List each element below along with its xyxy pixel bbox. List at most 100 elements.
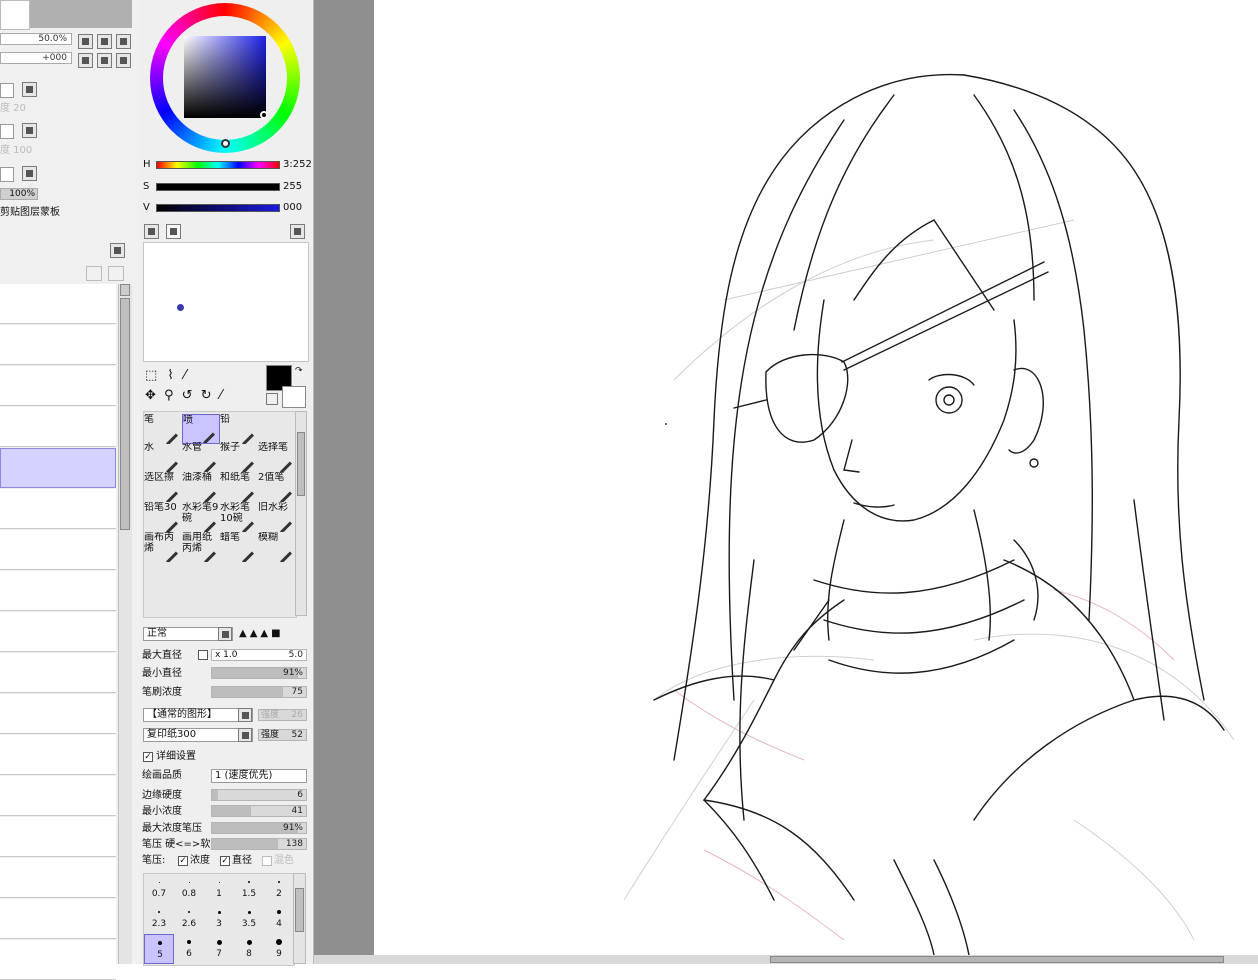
layer-row[interactable] [0,448,116,488]
sv-cursor[interactable] [260,111,268,119]
brush-size-cell[interactable]: 3.5 [234,904,264,934]
brush-shape-buttons[interactable]: ▲▲▲■ [239,627,307,641]
scroll-thumb[interactable] [120,298,130,530]
brush-size-cell[interactable]: 2.3 [144,904,174,934]
mode-dropdown-1-button[interactable] [22,82,37,97]
mode-select-1[interactable] [0,83,14,98]
tool-cell[interactable]: 水管 [182,442,220,472]
layer-row[interactable] [0,858,116,898]
layer-row[interactable] [0,694,116,734]
pressure-blend-checkbox[interactable] [262,856,272,866]
brush-size-cell[interactable]: 5 [144,934,174,964]
layer-row[interactable] [0,489,116,529]
brush-size-cell[interactable]: 8 [234,934,264,964]
tool-cell[interactable]: 旧水彩 [258,502,296,532]
layer-row[interactable] [0,366,116,406]
mode-dropdown-2-button[interactable] [22,123,37,138]
scratch-pad[interactable] [143,242,309,362]
new-layer-button[interactable] [110,243,125,258]
tool-cell[interactable]: 画用纸丙烯 [182,532,220,562]
secondary-color-swatch[interactable] [282,386,306,408]
min-density-slider[interactable]: 41 [211,805,307,817]
blend-dropdown-button[interactable] [22,166,37,181]
layer-row[interactable] [0,571,116,611]
panel-toggle-button[interactable] [290,224,305,239]
shape-dropdown-button[interactable] [238,708,252,722]
tool-cell[interactable]: 模糊 [258,532,296,562]
layer-row[interactable] [0,940,116,980]
max-size-lock[interactable] [198,650,208,660]
tool-grid-scrollbar[interactable] [295,411,307,616]
navigator-thumbnail[interactable] [0,0,30,30]
zoom-in-button[interactable] [97,34,112,49]
swap-colors-icon[interactable]: ↷ [295,366,303,376]
rotate-right-button[interactable] [97,53,112,68]
detail-settings-checkbox[interactable]: ✓ [143,752,153,762]
brush-size-cell[interactable]: 1.5 [234,874,264,904]
zoom-value[interactable]: 50.0% [0,33,72,45]
delete-layer-icon[interactable] [108,266,124,281]
copy-layer-icon[interactable] [86,266,102,281]
tool-cell[interactable]: 油漆桶 [182,472,220,502]
tool-cell[interactable]: 铅 [220,414,258,444]
layer-row[interactable] [0,612,116,652]
tool-cell[interactable]: 水彩笔10碗 [220,502,258,532]
layer-row[interactable] [0,530,116,570]
tool-cell[interactable]: 选择笔 [258,442,296,472]
pressure-size-checkbox[interactable]: ✓ [220,856,230,866]
layer-row[interactable] [0,284,116,324]
size-grid-scrollbar[interactable] [293,873,306,964]
tool-cell[interactable]: 铅笔30 [144,502,182,532]
shape-select[interactable]: 【通常的图形】 [143,708,253,722]
tool-cell[interactable]: 水 [144,442,182,472]
pressure-density-checkbox[interactable]: ✓ [178,856,188,866]
brush-size-cell[interactable]: 0.8 [174,874,204,904]
brush-size-cell[interactable]: 3 [204,904,234,934]
color-mode-button-1[interactable] [144,224,159,239]
blend-select[interactable] [0,167,14,182]
size-scroll-thumb[interactable] [295,888,304,932]
tool-cell[interactable]: 水彩笔9碗 [182,502,220,532]
tool-cell[interactable]: 蜡笔 [220,532,258,562]
rotate-left-button[interactable] [78,53,93,68]
selection-tools[interactable]: ⬚ ⌇ ⁄ [145,369,189,383]
tool-cell[interactable]: 画布丙烯 [144,532,182,562]
reset-colors-icon[interactable] [266,393,278,405]
zoom-reset-button[interactable] [116,34,131,49]
brush-size-cell[interactable]: 2.6 [174,904,204,934]
opacity-bar[interactable]: 100% [0,188,38,200]
h-scroll-thumb[interactable] [770,956,1224,963]
saturation-slider[interactable] [156,183,280,191]
blend-mode-dropdown-button[interactable] [218,627,232,641]
layer-row[interactable] [0,653,116,693]
max-size-field[interactable]: x 1.0 5.0 [211,649,307,661]
tool-cell[interactable]: 笔 [144,414,182,444]
brush-size-cell[interactable]: 6 [174,934,204,964]
brush-size-cell[interactable]: 1 [204,874,234,904]
saturation-value-square[interactable] [184,36,266,118]
layer-row[interactable] [0,817,116,857]
tool-cell[interactable]: 选区擦 [144,472,182,502]
texture-select[interactable]: 复印纸300 [143,728,253,742]
layer-row[interactable] [0,325,116,365]
edge-slider[interactable]: 6 [211,789,307,801]
rotate-reset-button[interactable] [116,53,131,68]
navigator-preview[interactable] [30,0,132,28]
tool-scroll-thumb[interactable] [297,432,305,496]
min-size-slider[interactable]: 91% [211,667,307,679]
layer-row[interactable] [0,735,116,775]
texture-strength-slider[interactable]: 强度 52 [258,729,307,741]
max-density-pressure-slider[interactable]: 91% [211,822,307,834]
zoom-out-button[interactable] [78,34,93,49]
brush-size-cell[interactable]: 9 [264,934,294,964]
layer-row[interactable] [0,776,116,816]
drawing-canvas[interactable] [374,0,1258,955]
texture-dropdown-button[interactable] [238,728,252,742]
hue-slider[interactable] [156,161,280,169]
hue-cursor[interactable] [221,139,230,148]
layer-row[interactable] [0,407,116,447]
tool-cell[interactable]: 2值笔 [258,472,296,502]
tool-cell[interactable]: 猴子 [220,442,258,472]
mode-select-2[interactable] [0,124,14,139]
view-tools[interactable]: ✥ ⚲ ↺ ↻ ⁄ [145,389,224,403]
